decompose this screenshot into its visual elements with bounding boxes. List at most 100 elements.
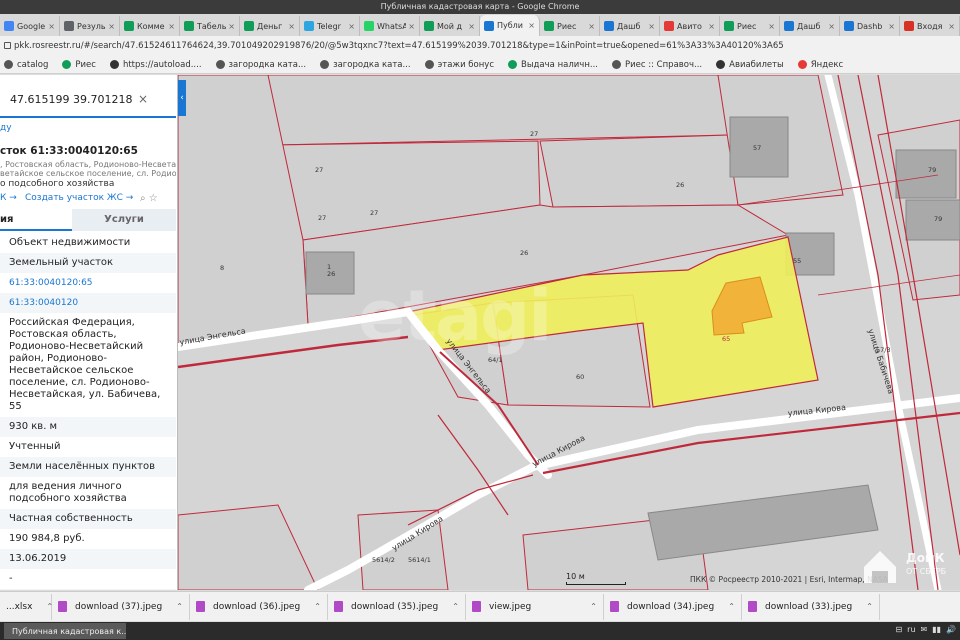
zoom-icon[interactable]: ⌕ bbox=[140, 193, 146, 204]
chevron-up-icon[interactable]: ⌃ bbox=[452, 602, 459, 611]
browser-tab[interactable]: Публи × bbox=[480, 15, 540, 36]
download-item[interactable]: download (37).jpeg ⌃ bbox=[52, 593, 190, 620]
bookmark-item[interactable]: Риес :: Справоч... bbox=[612, 60, 702, 70]
browser-tab[interactable]: WhatsA × bbox=[360, 16, 420, 36]
attribute-value: Объект недвижимости bbox=[9, 237, 131, 248]
tab-label: Публи bbox=[497, 21, 523, 30]
download-item[interactable]: download (36).jpeg ⌃ bbox=[190, 593, 328, 620]
bookmark-item[interactable]: загородка ката... bbox=[320, 60, 411, 70]
close-icon[interactable]: × bbox=[588, 22, 595, 31]
close-icon[interactable]: × bbox=[888, 22, 895, 31]
parcel-title: сток 61:33:0040120:65 bbox=[0, 145, 138, 157]
taskbar-chrome-window[interactable]: Публичная кадастровая к... bbox=[4, 623, 126, 639]
chevron-up-icon[interactable]: ⌃ bbox=[176, 602, 183, 611]
bookmark-item[interactable]: этажи бонус bbox=[424, 60, 494, 70]
browser-tab[interactable]: Дашб × bbox=[600, 16, 660, 36]
search-input[interactable] bbox=[10, 90, 135, 108]
browser-tab[interactable]: Дашб × bbox=[780, 16, 840, 36]
bookmark-item[interactable]: Авиабилеты bbox=[716, 60, 784, 70]
attribute-value: Учтенный bbox=[9, 441, 61, 452]
label-57-3: 57/3 bbox=[876, 346, 891, 354]
close-icon[interactable]: × bbox=[528, 21, 535, 30]
download-item[interactable]: download (34).jpeg ⌃ bbox=[604, 593, 742, 620]
tab-services[interactable]: Услуги bbox=[72, 209, 176, 231]
bookmark-icon bbox=[320, 60, 330, 69]
browser-tab[interactable]: Telegr × bbox=[300, 16, 360, 36]
collapse-sidebar-button[interactable]: ‹ bbox=[178, 80, 186, 116]
browser-tab[interactable]: Google × bbox=[0, 16, 60, 36]
scale-bar bbox=[566, 582, 626, 585]
close-icon[interactable]: × bbox=[408, 22, 415, 31]
download-item[interactable]: download (35).jpeg ⌃ bbox=[328, 593, 466, 620]
cadastral-map[interactable]: улица Энгельса улица Энгельса улица Киро… bbox=[178, 75, 960, 590]
browser-tab[interactable]: Риес × bbox=[540, 16, 600, 36]
tray-icon[interactable]: 🔊 bbox=[946, 625, 956, 634]
download-item[interactable]: ...xlsx ⌃ bbox=[0, 593, 53, 620]
bookmark-item[interactable]: catalog bbox=[4, 60, 48, 70]
close-icon[interactable]: × bbox=[348, 22, 355, 31]
chevron-up-icon[interactable]: ⌃ bbox=[590, 602, 597, 611]
download-item[interactable]: view.jpeg ⌃ bbox=[466, 593, 604, 620]
image-file-icon bbox=[472, 601, 481, 612]
tray-icon[interactable]: ⊟ bbox=[895, 625, 902, 634]
label-26b: 26 bbox=[520, 249, 528, 257]
tray-icon[interactable]: ✉ bbox=[921, 625, 928, 634]
attribute-value[interactable]: 61:33:0040120:65 bbox=[0, 273, 176, 293]
browser-tab[interactable]: Риес × bbox=[720, 16, 780, 36]
map-canvas[interactable]: улица Энгельса улица Энгельса улица Киро… bbox=[178, 75, 960, 590]
browser-tab[interactable]: Комме × bbox=[120, 16, 180, 36]
close-icon[interactable]: × bbox=[468, 22, 475, 31]
attribute-value: Частная собственность bbox=[0, 509, 176, 529]
browser-tab[interactable]: Мой д × bbox=[420, 16, 480, 36]
first-action-link[interactable]: К → bbox=[0, 193, 17, 203]
address-bar[interactable]: pkk.rosreestr.ru/#/search/47.61524611764… bbox=[4, 38, 956, 54]
bookmark-item[interactable]: загородка ката... bbox=[215, 60, 306, 70]
bookmark-item[interactable]: Выдача наличн... bbox=[508, 60, 598, 70]
close-icon[interactable]: × bbox=[228, 22, 235, 31]
download-item[interactable]: download (33).jpeg ⌃ bbox=[742, 593, 880, 620]
chevron-up-icon[interactable]: ⌃ bbox=[314, 602, 321, 611]
tab-info[interactable]: ия bbox=[0, 209, 72, 231]
close-icon[interactable]: × bbox=[768, 22, 775, 31]
bookmark-item[interactable]: https://autoload.... bbox=[109, 60, 202, 70]
tray-icon[interactable]: ▮▮ bbox=[932, 625, 941, 634]
star-icon[interactable]: ☆ bbox=[149, 193, 158, 204]
back-link[interactable]: ду bbox=[0, 123, 12, 133]
chevron-up-icon[interactable]: ⌃ bbox=[728, 602, 735, 611]
browser-tab[interactable]: Dashb × bbox=[840, 16, 900, 36]
close-icon[interactable]: × bbox=[168, 22, 175, 31]
tab-label: WhatsA bbox=[377, 21, 407, 31]
tab-label: Авито bbox=[677, 21, 702, 31]
tab-label: Входя bbox=[917, 21, 943, 31]
browser-tab[interactable]: Деньг × bbox=[240, 16, 300, 36]
parcel-27-north bbox=[267, 75, 731, 146]
bookmark-item[interactable]: Яндекс bbox=[797, 60, 843, 70]
attribute-value[interactable]: 61:33:0040120 bbox=[0, 293, 176, 313]
label-26a: 26 bbox=[676, 181, 684, 189]
close-icon[interactable]: × bbox=[708, 22, 715, 31]
parcel-south-west bbox=[178, 504, 319, 590]
task-label: Публичная кадастровая к... bbox=[12, 626, 126, 636]
clear-icon[interactable]: × bbox=[138, 92, 148, 106]
close-icon[interactable]: × bbox=[648, 22, 655, 31]
create-parcel-link[interactable]: Создать участок ЖС → bbox=[25, 193, 133, 203]
attribute-value: Земли населённых пунктов bbox=[0, 457, 176, 477]
chevron-up-icon[interactable]: ⌃ bbox=[866, 602, 873, 611]
browser-tab[interactable]: Входя × bbox=[900, 16, 960, 36]
download-filename: view.jpeg bbox=[489, 601, 532, 612]
close-icon[interactable]: × bbox=[108, 22, 115, 31]
browser-tab[interactable]: Авито × bbox=[660, 16, 720, 36]
close-icon[interactable]: × bbox=[288, 22, 295, 31]
close-icon[interactable]: × bbox=[948, 22, 955, 31]
browser-tab[interactable]: Резуль × bbox=[60, 16, 120, 36]
close-icon[interactable]: × bbox=[48, 22, 55, 31]
tab-label: Дашб bbox=[617, 21, 641, 31]
close-icon[interactable]: × bbox=[828, 22, 835, 31]
favicon-icon bbox=[64, 21, 74, 31]
browser-tab[interactable]: Табель × bbox=[180, 16, 240, 36]
tab-label: Риес bbox=[737, 21, 757, 31]
tray-icon[interactable]: ru bbox=[907, 625, 915, 634]
download-filename: ...xlsx bbox=[6, 601, 33, 612]
bookmark-item[interactable]: Риес bbox=[62, 60, 96, 70]
domklik-subtitle: ОТ СБЕРБ bbox=[906, 567, 947, 576]
